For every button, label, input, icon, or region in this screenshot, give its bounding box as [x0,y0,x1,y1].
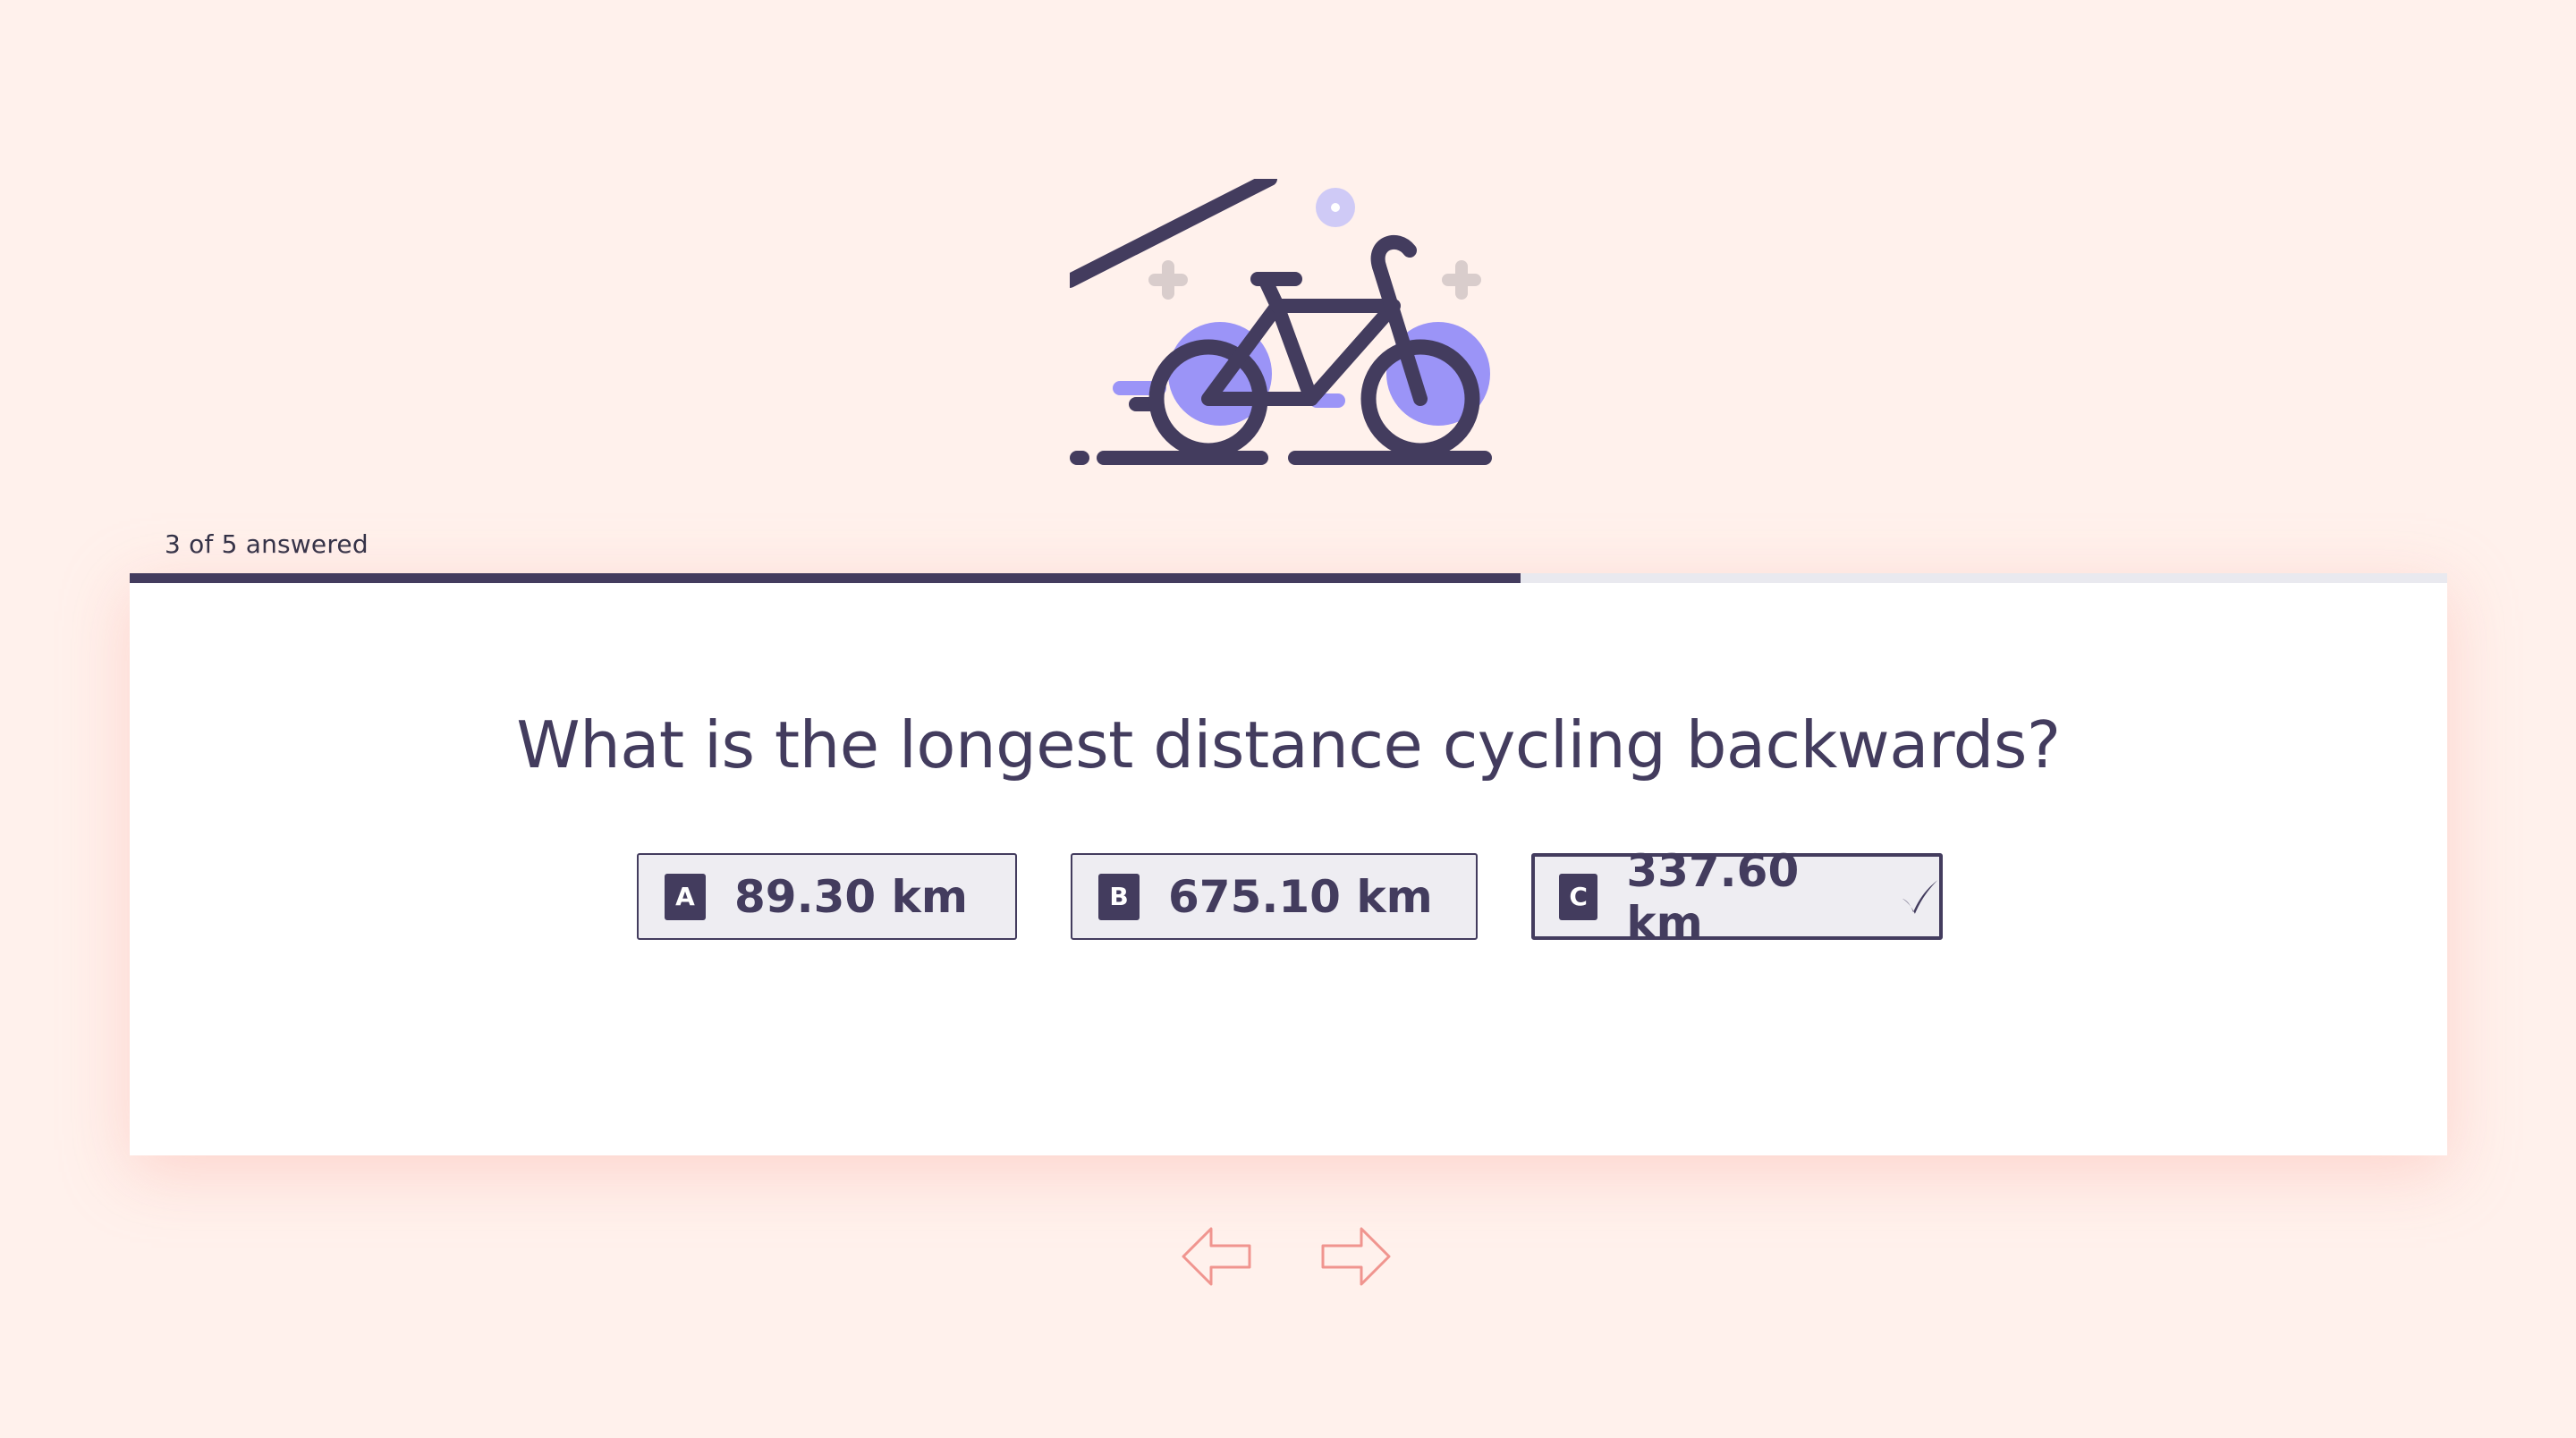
option-letter-badge: B [1098,873,1140,920]
bicycle-icon [1070,179,1492,465]
arrow-right-icon [1321,1227,1391,1286]
answer-option-a[interactable]: A 89.30 km [637,853,1017,940]
option-letter-badge: C [1559,873,1598,920]
option-label: 675.10 km [1168,870,1433,923]
progress-bar [130,573,2447,583]
option-label: 337.60 km [1626,844,1800,949]
question-text: What is the longest distance cycling bac… [516,707,2061,782]
option-label: 89.30 km [734,870,968,923]
checkmark-icon [1902,879,1938,914]
answer-option-b[interactable]: B 675.10 km [1071,853,1478,940]
quiz-screen: 3 of 5 answered What is the longest dist… [0,0,2576,1438]
question-card: What is the longest distance cycling bac… [130,573,2447,1155]
progress-label: 3 of 5 answered [165,529,369,559]
next-button[interactable] [1320,1225,1392,1288]
answer-option-c[interactable]: C 337.60 km [1531,845,1943,949]
bicycle-illustration [1070,179,1506,474]
answer-options: A 89.30 km B 675.10 km C 337.60 km [637,845,1943,949]
arrow-left-icon [1182,1227,1251,1286]
progress-bar-fill [130,573,1521,583]
previous-button[interactable] [1181,1225,1252,1288]
option-letter-badge: A [665,873,706,920]
